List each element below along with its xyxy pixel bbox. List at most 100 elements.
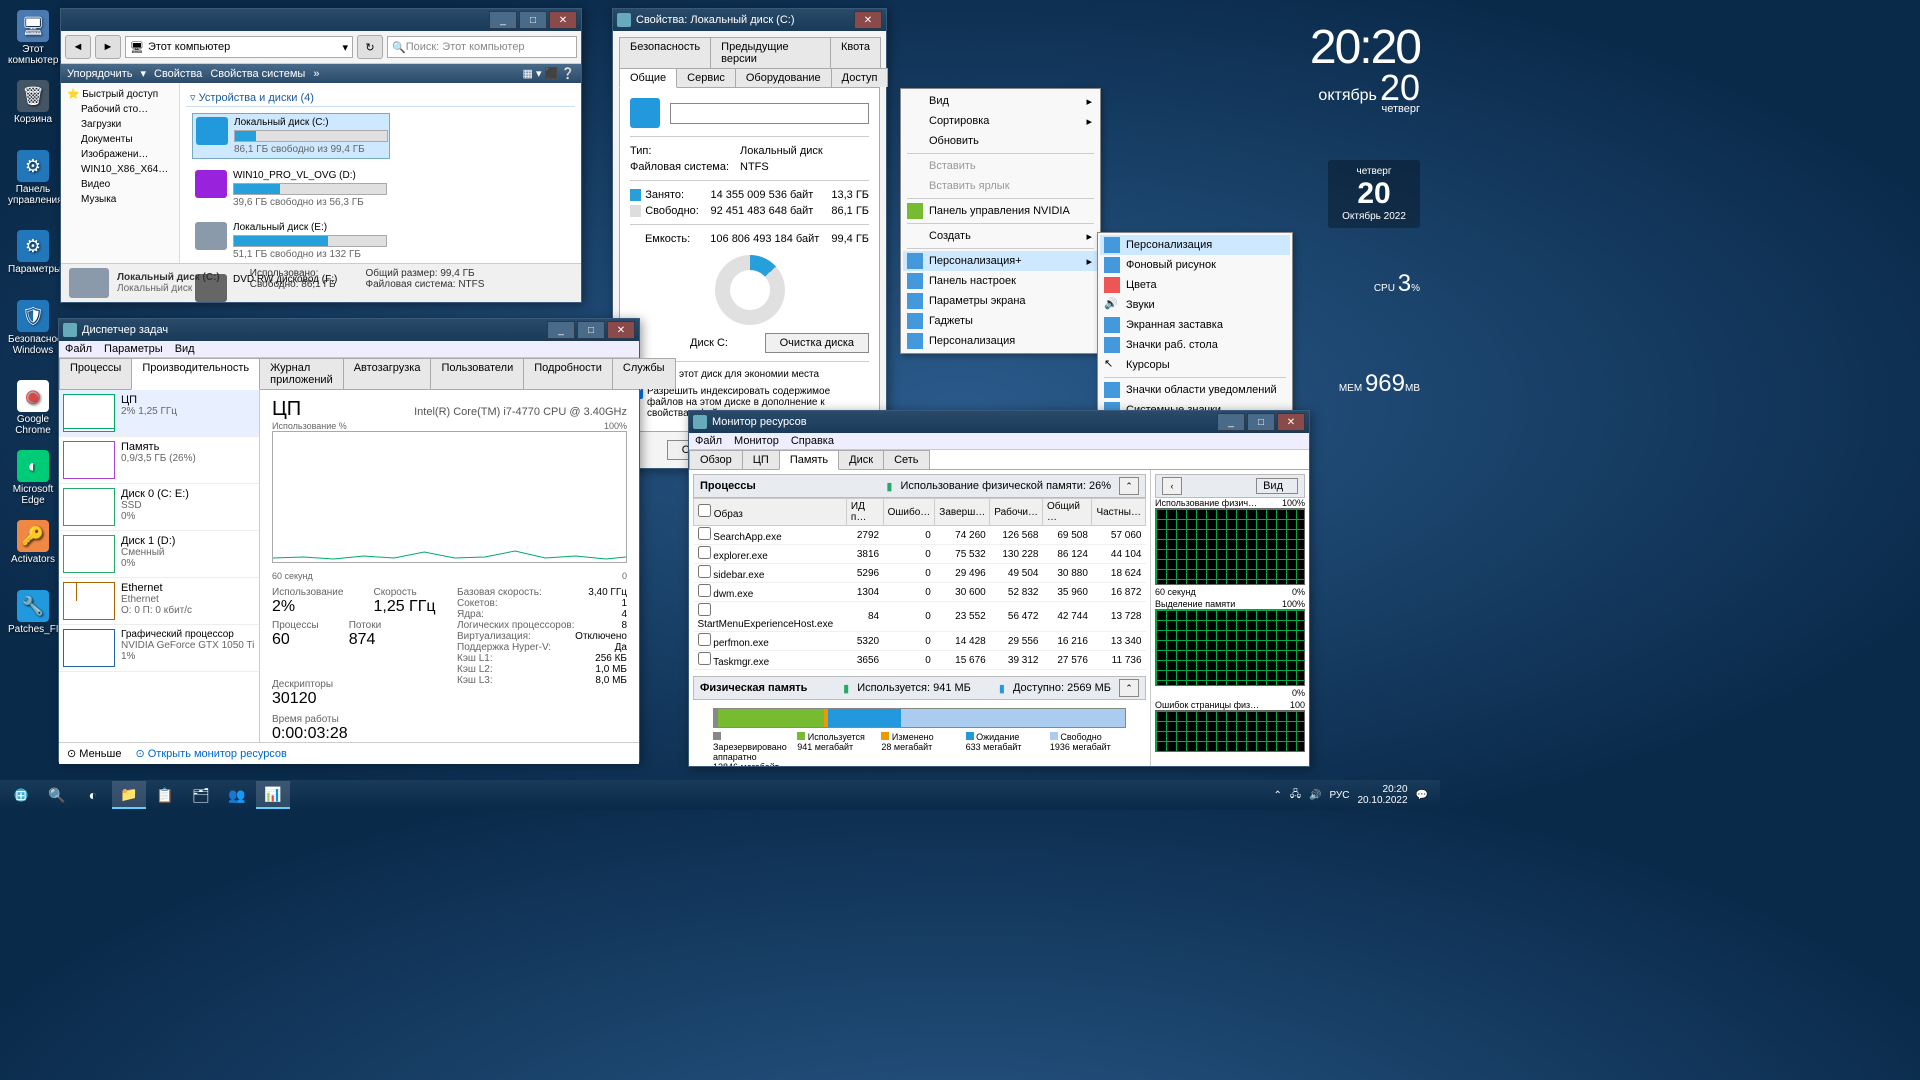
close-button[interactable]: ✕: [549, 11, 577, 29]
ctx-view[interactable]: Вид▸: [903, 91, 1098, 111]
tab-general[interactable]: Общие: [619, 68, 677, 88]
minimize-button[interactable]: _: [1217, 413, 1245, 431]
sidebar-item[interactable]: Изображени…: [65, 147, 175, 162]
desktop-icon-edge[interactable]: ◐Microsoft Edge: [8, 450, 58, 506]
processes-header[interactable]: Процессы▮Использование физической памяти…: [693, 474, 1146, 498]
taskbar-app2[interactable]: 📋: [148, 782, 182, 808]
lang-indicator[interactable]: РУС: [1329, 790, 1349, 801]
drive-e[interactable]: Локальный диск (E:)51,1 ГБ свободно из 1…: [192, 219, 388, 263]
desktop-icon-settings[interactable]: ⚙Параметры: [8, 230, 58, 275]
tab-users[interactable]: Пользователи: [430, 358, 524, 389]
menu-options[interactable]: Параметры: [104, 343, 163, 355]
perf-ethernet[interactable]: EthernetEthernetО: 0 П: 0 кбит/с: [59, 578, 259, 625]
tab-cpu[interactable]: ЦП: [742, 450, 780, 469]
col[interactable]: ИД п…: [846, 499, 883, 526]
sub-wallpaper[interactable]: Фоновый рисунок: [1100, 255, 1290, 275]
desktop-icon-patches[interactable]: 🔧Patches_FIX: [8, 590, 58, 635]
col[interactable]: Частны…: [1092, 499, 1146, 526]
toolbar-props[interactable]: Свойства: [154, 68, 202, 80]
menu-file[interactable]: Файл: [65, 343, 92, 355]
address-bar[interactable]: 🖥 Этот компьютер▾: [125, 36, 353, 58]
perf-disk1[interactable]: Диск 1 (D:)Сменный0%: [59, 531, 259, 578]
sidebar-quick-access[interactable]: ⭐ Быстрый доступ: [65, 87, 175, 102]
maximize-button[interactable]: □: [519, 11, 547, 29]
taskbar-app4[interactable]: 👥: [220, 782, 254, 808]
col[interactable]: Общий …: [1043, 499, 1092, 526]
forward-button[interactable]: ►: [95, 35, 121, 59]
toolbar-sysprops[interactable]: Свойства системы: [210, 68, 305, 80]
tray-volume-icon[interactable]: 🔊: [1309, 790, 1321, 801]
sub-desktop-icons[interactable]: Значки раб. стола: [1100, 335, 1290, 355]
table-row[interactable]: StartMenuExperienceHost.exe84023 55256 4…: [694, 602, 1146, 632]
tab-overview[interactable]: Обзор: [689, 450, 743, 469]
table-row[interactable]: Taskmgr.exe3656015 67639 31227 57611 736: [694, 651, 1146, 670]
explorer-titlebar[interactable]: _□✕: [61, 9, 581, 31]
tab-details[interactable]: Подробности: [523, 358, 613, 389]
col[interactable]: Образ: [714, 509, 743, 520]
table-row[interactable]: explorer.exe3816075 532130 22886 12444 1…: [694, 545, 1146, 564]
table-row[interactable]: perfmon.exe5320014 42829 55616 21613 340: [694, 632, 1146, 651]
tab-prev-versions[interactable]: Предыдущие версии: [710, 37, 831, 68]
ctx-sort[interactable]: Сортировка▸: [903, 111, 1098, 131]
tab-sharing[interactable]: Доступ: [831, 68, 889, 87]
desktop-icon-activators[interactable]: 🔑Activators: [8, 520, 58, 565]
tab-services[interactable]: Службы: [612, 358, 676, 389]
menu-view[interactable]: Вид: [175, 343, 195, 355]
close-button[interactable]: ✕: [854, 11, 882, 29]
desktop-icon-chrome[interactable]: ◉Google Chrome: [8, 380, 58, 436]
props-titlebar[interactable]: Свойства: Локальный диск (C:)✕: [613, 9, 886, 31]
row-checkbox[interactable]: [698, 584, 711, 597]
tab-disk[interactable]: Диск: [838, 450, 884, 469]
table-row[interactable]: dwm.exe1304030 60052 83235 96016 872: [694, 583, 1146, 602]
row-checkbox[interactable]: [698, 527, 711, 540]
row-checkbox[interactable]: [698, 652, 711, 665]
back-button[interactable]: ◄: [65, 35, 91, 59]
sidebar-item[interactable]: Рабочий сто…: [65, 102, 175, 117]
menu-help[interactable]: Справка: [791, 435, 834, 447]
tab-network[interactable]: Сеть: [883, 450, 929, 469]
tab-performance[interactable]: Производительность: [131, 358, 260, 390]
ctx-display[interactable]: Параметры экрана: [903, 291, 1098, 311]
col[interactable]: Рабочи…: [990, 499, 1043, 526]
search-box[interactable]: 🔍 Поиск: Этот компьютер: [387, 36, 577, 58]
resmon-titlebar[interactable]: Монитор ресурсов_□✕: [689, 411, 1309, 433]
sub-screensaver[interactable]: Экранная заставка: [1100, 315, 1290, 335]
sidebar-item[interactable]: Документы: [65, 132, 175, 147]
row-checkbox[interactable]: [698, 633, 711, 646]
search-button[interactable]: 🔍: [40, 782, 74, 808]
col[interactable]: Заверш…: [935, 499, 990, 526]
ctx-refresh[interactable]: Обновить: [903, 131, 1098, 151]
cleanup-button[interactable]: Очистка диска: [765, 333, 869, 353]
desktop-icon-trash[interactable]: 🗑Корзина: [8, 80, 58, 125]
physmem-header[interactable]: Физическая память▮Используется: 941 МБ▮Д…: [693, 676, 1146, 700]
taskmgr-titlebar[interactable]: Диспетчер задач_□✕: [59, 319, 639, 341]
toolbar-arrange[interactable]: Упорядочить: [67, 68, 132, 80]
table-row[interactable]: SearchApp.exe2792074 260126 56869 50857 …: [694, 526, 1146, 545]
table-row[interactable]: sidebar.exe5296029 49649 50430 88018 624: [694, 564, 1146, 583]
tray-clock[interactable]: 20:2020.10.2022: [1357, 784, 1407, 806]
taskbar-app5[interactable]: 📊: [256, 781, 290, 809]
sidebar-item[interactable]: Видео: [65, 177, 175, 192]
menu-file[interactable]: Файл: [695, 435, 722, 447]
taskbar-explorer[interactable]: 📁: [112, 781, 146, 809]
select-all-checkbox[interactable]: [698, 504, 711, 517]
calendar-widget[interactable]: четверг 20 Октябрь 2022: [1328, 160, 1420, 228]
perf-gpu[interactable]: Графический процессорNVIDIA GeForce GTX …: [59, 625, 259, 672]
collapse-button[interactable]: ⌃: [1119, 679, 1139, 697]
tray-expand[interactable]: ⌃: [1273, 790, 1281, 801]
close-button[interactable]: ✕: [607, 321, 635, 339]
drive-d[interactable]: WIN10_PRO_VL_OVG (D:)39,6 ГБ свободно из…: [192, 167, 388, 211]
ctx-nvidia[interactable]: Панель управления NVIDIA: [903, 201, 1098, 221]
desktop-icon-cpanel[interactable]: ⚙Панель управления: [8, 150, 58, 206]
col[interactable]: Ошибо…: [883, 499, 935, 526]
maximize-button[interactable]: □: [577, 321, 605, 339]
notifications-button[interactable]: 💬: [1416, 790, 1428, 801]
minimize-button[interactable]: _: [547, 321, 575, 339]
open-resmon-link[interactable]: ⊙ Открыть монитор ресурсов: [135, 747, 286, 760]
refresh-button[interactable]: ↻: [357, 35, 383, 59]
fewer-details[interactable]: ⊙ Меньше: [67, 747, 121, 760]
collapse-button[interactable]: ‹: [1162, 477, 1182, 495]
ctx-settings-panel[interactable]: Панель настроек: [903, 271, 1098, 291]
taskbar-app3[interactable]: 🗂: [184, 782, 218, 808]
sub-sounds[interactable]: 🔊Звуки: [1100, 295, 1290, 315]
